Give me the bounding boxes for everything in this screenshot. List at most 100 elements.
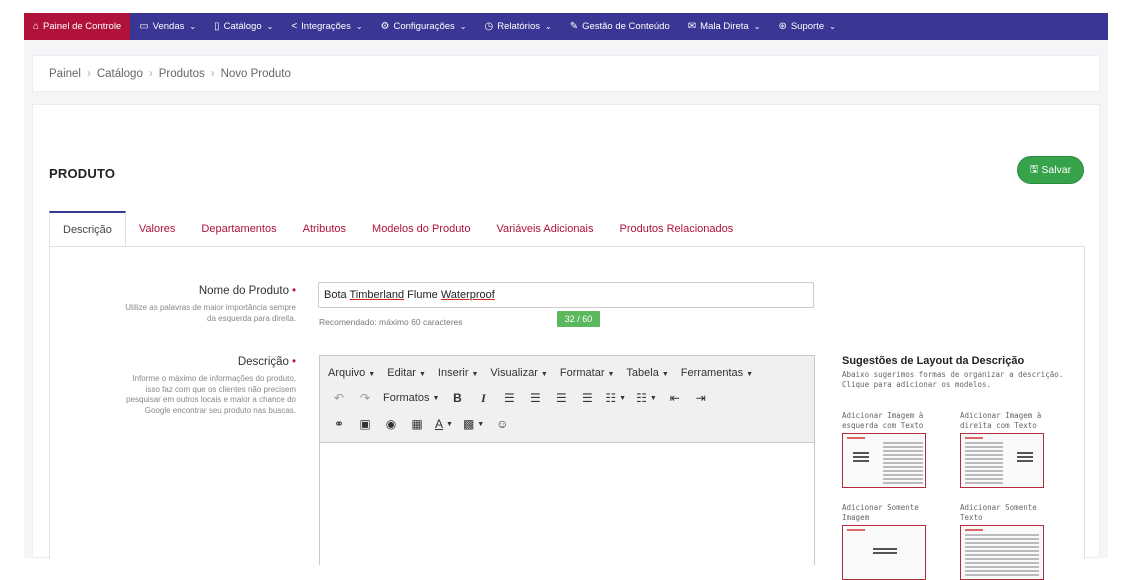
numbered-list-glyph: ☷ (636, 391, 647, 405)
save-button[interactable]: 🖫 Salvar (1017, 156, 1084, 184)
align-justify-icon[interactable]: ☰ (576, 387, 598, 409)
caret-down-icon: ▼ (446, 420, 453, 428)
caret-down-icon: ▼ (540, 371, 548, 378)
caret-down-icon: ▼ (607, 371, 615, 378)
tab-panel-descricao: Nome do Produto • Utilize as palavras de … (49, 246, 1085, 580)
background-color-icon[interactable]: ▩ ▼ (460, 413, 487, 435)
nav-integracoes[interactable]: < Integrações ⌄ (282, 13, 371, 40)
caret-down-icon: ▼ (619, 394, 627, 402)
nav-gestao-de-conteudo[interactable]: ✎ Gestão de Conteúdo (561, 13, 679, 40)
breadcrumb-item[interactable]: Painel (49, 68, 81, 80)
image-icon[interactable]: ▣ (354, 413, 376, 435)
help-line: Informe o máximo de informações do produ… (132, 374, 296, 383)
editor-toolbar-row: ⚭ ▣ ◉ ▦ A ▼ ▩ ▼ ☺ (328, 411, 808, 437)
nav-vendas[interactable]: ▭ Vendas ⌄ (130, 13, 205, 40)
emoticon-icon[interactable]: ☺ (491, 413, 513, 435)
outdent-icon[interactable]: ⇤ (664, 387, 686, 409)
nav-catalogo[interactable]: ▯ Catálogo ⌄ (205, 13, 282, 40)
editor-menu-ferramentas[interactable]: Ferramentas ▼ (681, 367, 753, 379)
preview-icon[interactable]: ◉ (380, 413, 402, 435)
nav-label: Integrações (301, 21, 351, 32)
link-icon[interactable]: ⚭ (328, 413, 350, 435)
caret-down-icon: ▼ (368, 371, 376, 378)
chevron-down-icon: ⌄ (829, 22, 836, 31)
editor-menu-editar[interactable]: Editar ▼ (387, 367, 426, 379)
tab-modelos-do-produto[interactable]: Modelos do Produto (359, 211, 483, 247)
layout-suggestions: Sugestões de Layout da Descrição Abaixo … (842, 355, 1072, 580)
emoticon-glyph: ☺ (496, 417, 509, 431)
layout-thumbnail-image-only[interactable]: Adicionar Somente Imagem (842, 503, 942, 580)
nav-painel-de-controle[interactable]: ⌂ Painel de Controle (24, 13, 131, 40)
clock-icon: ◷ (484, 21, 494, 32)
required-mark: • (291, 356, 296, 368)
support-icon: ⊛ (778, 21, 787, 32)
menu-label: Tabela (626, 367, 659, 379)
numbered-list-icon[interactable]: ☷ ▼ (633, 387, 660, 409)
bullet-list-icon[interactable]: ☷ ▼ (602, 387, 629, 409)
tab-valores[interactable]: Valores (126, 211, 188, 247)
product-name-label: Nome do Produto • (198, 285, 296, 297)
redo-glyph: ↷ (359, 391, 371, 405)
editor-menu-formatar[interactable]: Formatar ▼ (560, 367, 615, 379)
tab-atributos[interactable]: Atributos (290, 211, 359, 247)
background-color-glyph: ▩ (462, 417, 475, 431)
nav-label: Vendas (152, 21, 185, 32)
text-color-icon[interactable]: A ▼ (432, 413, 456, 435)
nav-configuracoes[interactable]: ⚙ Configurações ⌄ (372, 13, 476, 40)
product-name-input[interactable]: Bota Timberland Flume Waterproof (318, 282, 814, 308)
book-icon: ▯ (214, 21, 220, 32)
editor-content-area[interactable] (320, 443, 814, 565)
align-center-icon[interactable]: ☰ (524, 387, 546, 409)
layout-thumbnail-image-right[interactable]: Adicionar Imagem à direita com Texto (960, 411, 1060, 488)
help-line: Google encontrar seu produto nas buscas. (144, 405, 296, 415)
layout-thumbnail-text-only[interactable]: Adicionar Somente Texto (960, 503, 1060, 580)
chevron-down-icon: ⌄ (266, 22, 274, 31)
product-tabs: Descrição Valores Departamentos Atributos Mo… (49, 211, 746, 247)
required-mark: • (291, 285, 296, 297)
layout-thumbnail-image-left[interactable]: Adicionar Imagem à esquerda com Texto (842, 411, 942, 488)
thumbnail-preview (842, 433, 926, 488)
align-justify-glyph: ☰ (582, 391, 593, 405)
editor-menu-tabela[interactable]: Tabela ▼ (626, 367, 668, 379)
italic-glyph: I (481, 390, 486, 405)
bold-icon[interactable]: B (446, 387, 468, 409)
align-right-icon[interactable]: ☰ (550, 387, 572, 409)
formats-dropdown[interactable]: Formatos ▼ (380, 387, 442, 409)
media-icon[interactable]: ▦ (406, 413, 428, 435)
save-icon: 🖫 (1029, 163, 1039, 175)
menu-label: Arquivo (328, 367, 366, 379)
tab-variaveis-adicionais[interactable]: Variáveis Adicionais (483, 211, 606, 247)
input-text-segment: Flume (404, 289, 441, 301)
help-line: Utilize as palavras de maior importância… (125, 303, 296, 312)
tab-descricao[interactable]: Descrição (49, 211, 126, 247)
breadcrumb-item[interactable]: Produtos (159, 68, 205, 80)
align-left-icon[interactable]: ☰ (498, 387, 520, 409)
breadcrumb: Painel › Catálogo › Produtos › Novo Produto (32, 55, 1100, 92)
gear-icon: ⚙ (380, 21, 390, 32)
breadcrumb-separator: › (148, 67, 153, 80)
italic-icon[interactable]: I (472, 387, 494, 409)
thumbnail-preview (842, 525, 926, 580)
description-help: Informe o máximo de informações do produ… (60, 374, 296, 416)
preview-glyph: ◉ (385, 417, 397, 431)
indent-icon[interactable]: ⇥ (690, 387, 712, 409)
menu-label: Visualizar (490, 367, 538, 379)
caret-down-icon: ▼ (418, 371, 426, 378)
undo-icon[interactable]: ↶ (328, 387, 350, 409)
editor-menu-inserir[interactable]: Inserir ▼ (438, 367, 479, 379)
tab-departamentos[interactable]: Departamentos (188, 211, 289, 247)
editor-menu-arquivo[interactable]: Arquivo ▼ (328, 367, 375, 379)
input-text-segment: Waterproof (440, 289, 495, 301)
suggestions-description: Abaixo sugerimos formas de organizar a d… (842, 370, 1064, 389)
editor-menu-visualizar[interactable]: Visualizar ▼ (490, 367, 547, 379)
indent-glyph: ⇥ (695, 391, 706, 405)
nav-mala-direta[interactable]: ✉ Mala Direta ⌄ (679, 13, 770, 40)
tab-produtos-relacionados[interactable]: Produtos Relacionados (607, 211, 747, 247)
redo-icon[interactable]: ↷ (354, 387, 376, 409)
breadcrumb-item[interactable]: Catálogo (97, 68, 143, 80)
share-icon: < (291, 21, 298, 32)
nav-relatorios[interactable]: ◷ Relatórios ⌄ (475, 13, 560, 40)
caret-down-icon: ▼ (661, 371, 669, 378)
name-recommendation: Recomendado: máximo 60 caracteres (319, 317, 463, 327)
nav-suporte[interactable]: ⊛ Suporte ⌄ (769, 13, 844, 40)
